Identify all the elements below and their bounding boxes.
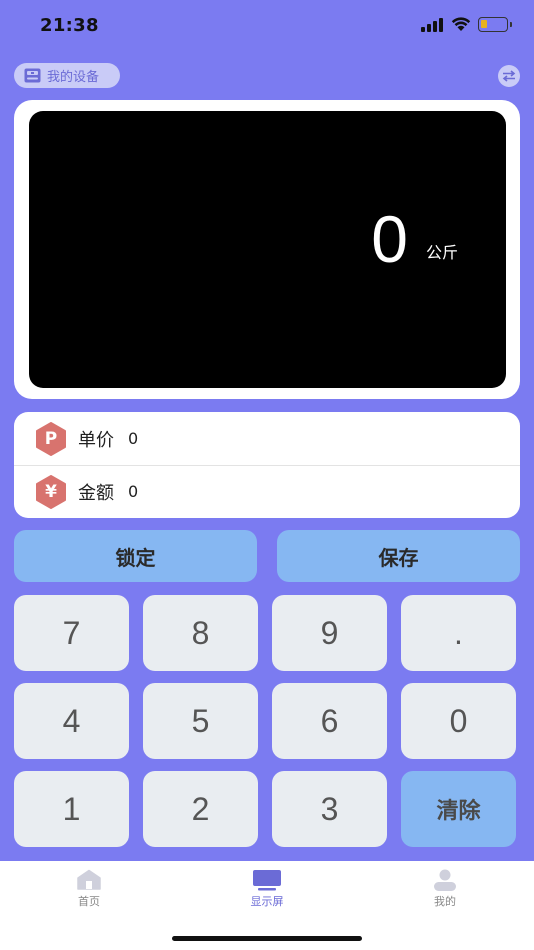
tab-mine[interactable]: 我的: [395, 869, 495, 909]
wifi-icon: [451, 17, 471, 31]
battery-icon: [478, 17, 508, 32]
amount-row: ¥ 金额 0: [14, 465, 520, 518]
app-root: 21:38 我的设备 0 公斤 P 单价 0 ¥ 金额 0 锁定 保存 7 8 …: [0, 0, 534, 950]
key-decimal[interactable]: .: [401, 595, 516, 671]
unit-price-badge-icon: P: [34, 421, 68, 456]
unit-price-row[interactable]: P 单价 0: [14, 412, 520, 466]
tab-mine-label: 我的: [434, 895, 456, 908]
status-bar: 21:38: [0, 0, 534, 52]
key-5[interactable]: 5: [143, 683, 258, 759]
key-3[interactable]: 3: [272, 771, 387, 847]
key-2[interactable]: 2: [143, 771, 258, 847]
battery-level: [481, 20, 487, 28]
swap-arrows-icon: [502, 70, 516, 82]
display-card: 0 公斤: [14, 100, 520, 399]
weight-screen: 0 公斤: [29, 111, 506, 388]
my-device-button[interactable]: 我的设备: [14, 63, 120, 88]
key-0[interactable]: 0: [401, 683, 516, 759]
amount-badge-icon: ¥: [34, 474, 68, 509]
key-6[interactable]: 6: [272, 683, 387, 759]
clear-button[interactable]: 清除: [401, 771, 516, 847]
save-button[interactable]: 保存: [277, 530, 520, 582]
status-time: 21:38: [40, 15, 99, 36]
switch-button[interactable]: [498, 65, 520, 87]
cellular-signal-icon: [421, 18, 445, 32]
tab-home-label: 首页: [78, 895, 100, 908]
home-indicator: [172, 936, 362, 941]
key-8[interactable]: 8: [143, 595, 258, 671]
key-7[interactable]: 7: [14, 595, 129, 671]
unit-price-label: 单价: [78, 429, 114, 451]
key-1[interactable]: 1: [14, 771, 129, 847]
person-icon: [434, 869, 456, 891]
tab-home[interactable]: 首页: [39, 869, 139, 909]
weight-value: 0: [371, 202, 408, 276]
tab-display-label: 显示屏: [250, 895, 284, 908]
my-device-label: 我的设备: [47, 70, 100, 85]
monitor-icon: [253, 870, 281, 891]
key-9[interactable]: 9: [272, 595, 387, 671]
scale-device-icon: [24, 68, 41, 83]
amount-value: 0: [128, 482, 139, 501]
battery-nub: [510, 22, 512, 27]
key-4[interactable]: 4: [14, 683, 129, 759]
price-info-card: P 单价 0 ¥ 金额 0: [14, 412, 520, 518]
weight-unit: 公斤: [426, 243, 459, 262]
amount-label: 金额: [78, 482, 114, 504]
unit-price-value: 0: [128, 429, 139, 448]
tab-display[interactable]: 显示屏: [217, 869, 317, 909]
lock-button[interactable]: 锁定: [14, 530, 257, 582]
home-icon: [77, 869, 101, 890]
